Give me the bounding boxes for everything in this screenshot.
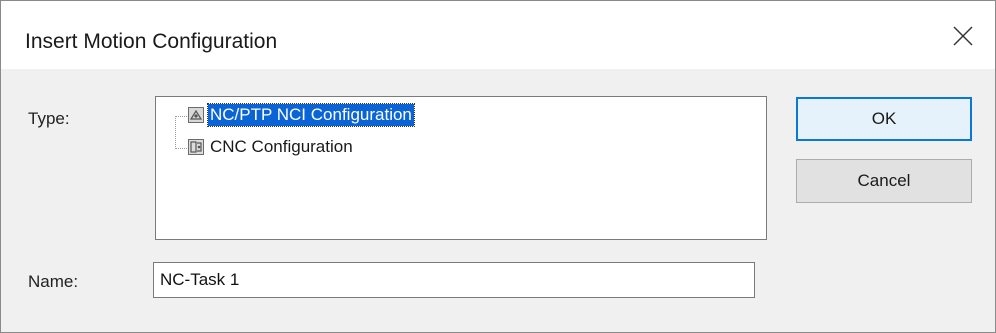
tree-item-label: CNC Configuration bbox=[210, 137, 353, 156]
nc-ptp-config-icon bbox=[188, 107, 204, 123]
name-input[interactable]: NC-Task 1 bbox=[153, 262, 755, 298]
title-bar: Insert Motion Configuration bbox=[1, 1, 995, 69]
dialog-title: Insert Motion Configuration bbox=[25, 30, 278, 53]
cnc-config-icon bbox=[188, 139, 204, 155]
tree-connector-vertical bbox=[175, 116, 176, 149]
tree-item-nc-ptp-nci-configuration[interactable]: NC/PTP NCI Configuration bbox=[188, 103, 415, 127]
tree-connector-h1 bbox=[175, 116, 187, 117]
name-label: Name: bbox=[28, 272, 79, 291]
close-icon bbox=[953, 26, 973, 46]
tree-connector-h2 bbox=[175, 148, 187, 149]
type-label: Type: bbox=[28, 109, 70, 128]
close-button[interactable] bbox=[935, 11, 995, 63]
tree-item-label: NC/PTP NCI Configuration bbox=[207, 103, 415, 127]
insert-motion-configuration-dialog: Insert Motion Configuration Type: NC/PTP… bbox=[0, 0, 996, 333]
type-tree-view[interactable]: NC/PTP NCI Configuration CNC Configurati… bbox=[155, 96, 767, 240]
tree-item-cnc-configuration[interactable]: CNC Configuration bbox=[188, 135, 355, 159]
cancel-button[interactable]: Cancel bbox=[796, 159, 972, 203]
ok-button[interactable]: OK bbox=[796, 97, 972, 141]
